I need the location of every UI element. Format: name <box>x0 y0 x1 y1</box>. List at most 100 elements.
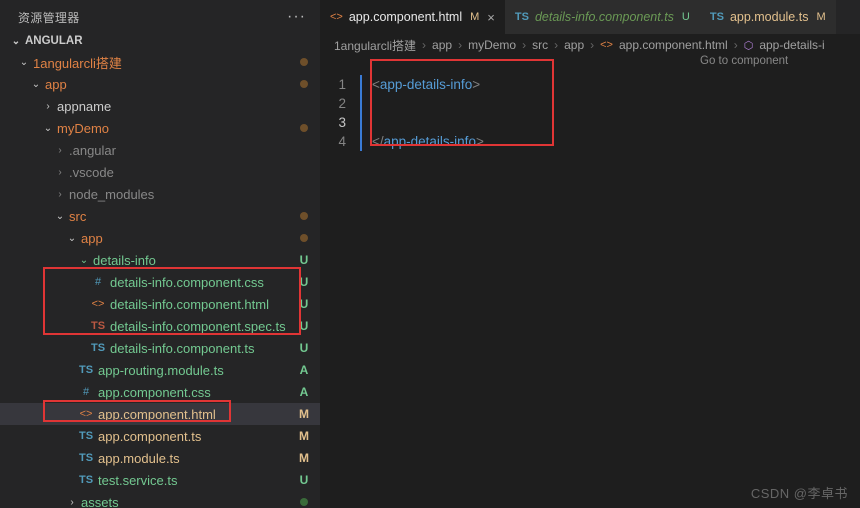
editor-area: <> app.component.html M × TS details-inf… <box>320 0 860 508</box>
git-status-dot <box>300 58 308 66</box>
tree-file-apphtml[interactable]: <> app.component.html M <box>0 403 320 425</box>
git-status-dot <box>300 124 308 132</box>
code-editor[interactable]: 1 2 3 4 <app-details-info> </app-details… <box>320 74 860 151</box>
git-status-letter: U <box>296 297 312 311</box>
tree-file-appmodule[interactable]: TS app.module.ts M <box>0 447 320 469</box>
git-status-letter: U <box>296 275 312 289</box>
crumb[interactable]: 1angularcli搭建 <box>334 37 416 54</box>
tree-folder-angular[interactable]: › .angular <box>0 139 320 161</box>
git-status-letter: M <box>296 451 312 465</box>
folder-label: .angular <box>69 143 312 158</box>
go-to-component-link[interactable]: Go to component <box>700 55 788 67</box>
ts-file-icon: TS <box>710 11 724 23</box>
chevron-right-icon: › <box>458 38 462 52</box>
tree-folder-assets[interactable]: › assets <box>0 491 320 508</box>
file-tree: ⌄ 1angularcli搭建 ⌄ app › appname ⌄ myDemo… <box>0 50 320 508</box>
code-lines[interactable]: <app-details-info> </app-details-info> <box>360 75 860 151</box>
file-label: details-info.component.css <box>110 275 296 290</box>
git-status-letter: U <box>296 473 312 487</box>
code-line[interactable] <box>372 113 860 132</box>
editor-tabs: <> app.component.html M × TS details-inf… <box>320 0 860 34</box>
more-actions-icon[interactable]: ··· <box>287 8 306 26</box>
tree-folder-vscode[interactable]: › .vscode <box>0 161 320 183</box>
chevron-right-icon: › <box>522 38 526 52</box>
tree-folder-detailsinfo[interactable]: ⌄ details-info U <box>0 249 320 271</box>
code-line[interactable]: <app-details-info> <box>372 75 860 94</box>
tab-appmodule[interactable]: TS app.module.ts M <box>700 0 836 34</box>
git-status-dot <box>300 234 308 242</box>
file-label: app.component.ts <box>98 429 296 444</box>
chevron-down-icon: ⌄ <box>18 57 30 68</box>
ts-file-icon: TS <box>90 320 106 332</box>
code-line[interactable]: </app-details-info> <box>372 132 860 151</box>
git-status-letter: M <box>470 11 479 23</box>
ts-file-icon: TS <box>78 452 94 464</box>
chevron-right-icon: › <box>42 101 54 112</box>
tree-file-dits[interactable]: TS details-info.component.ts U <box>0 337 320 359</box>
file-label: details-info.component.spec.ts <box>110 319 296 334</box>
crumb[interactable]: app.component.html <box>619 38 728 52</box>
file-label: details-info.component.ts <box>110 341 296 356</box>
tree-file-dihtml[interactable]: <> details-info.component.html U <box>0 293 320 315</box>
crumb[interactable]: myDemo <box>468 38 516 52</box>
close-icon[interactable]: × <box>487 10 495 25</box>
breadcrumb[interactable]: 1angularcli搭建› app› myDemo› src› app› <>… <box>320 34 860 56</box>
ts-file-icon: TS <box>78 430 94 442</box>
chevron-right-icon: › <box>590 38 594 52</box>
tree-folder-src[interactable]: ⌄ src <box>0 205 320 227</box>
explorer-title: 资源管理器 <box>18 9 287 26</box>
tab-detailsinfo[interactable]: TS details-info.component.ts U <box>505 0 700 34</box>
symbol-icon: ⬡ <box>744 39 754 52</box>
git-status-dot <box>300 212 308 220</box>
code-line[interactable] <box>372 94 860 113</box>
tree-file-dicss[interactable]: # details-info.component.css U <box>0 271 320 293</box>
tree-file-appts[interactable]: TS app.component.ts M <box>0 425 320 447</box>
html-file-icon: <> <box>600 39 613 51</box>
chevron-right-icon: › <box>734 38 738 52</box>
git-status-letter: U <box>296 319 312 333</box>
chevron-down-icon: ⌄ <box>66 233 78 244</box>
crumb[interactable]: app-details-i <box>759 38 824 52</box>
tree-folder-appname[interactable]: › appname <box>0 95 320 117</box>
line-number: 4 <box>320 132 346 151</box>
tree-file-appcss[interactable]: # app.component.css A <box>0 381 320 403</box>
tree-folder-app[interactable]: ⌄ app <box>0 73 320 95</box>
line-number: 3 <box>320 113 346 132</box>
explorer-section-header[interactable]: ⌄ ANGULAR <box>0 32 320 50</box>
line-numbers: 1 2 3 4 <box>320 75 360 151</box>
folder-label: .vscode <box>69 165 312 180</box>
tab-label: details-info.component.ts <box>535 10 674 24</box>
html-file-icon: <> <box>90 298 106 310</box>
tab-appcomponent[interactable]: <> app.component.html M × <box>320 0 505 34</box>
folder-label: src <box>69 209 300 224</box>
tree-folder-nodemodules[interactable]: › node_modules <box>0 183 320 205</box>
tree-file-testsvc[interactable]: TS test.service.ts U <box>0 469 320 491</box>
folder-label: assets <box>81 495 300 508</box>
git-status-letter: A <box>296 363 312 377</box>
html-file-icon: <> <box>78 408 94 420</box>
crumb[interactable]: src <box>532 38 548 52</box>
git-status-letter: M <box>816 11 825 23</box>
file-label: test.service.ts <box>98 473 296 488</box>
tree-file-routing[interactable]: TS app-routing.module.ts A <box>0 359 320 381</box>
chevron-right-icon: › <box>66 497 78 508</box>
folder-label: details-info <box>93 253 296 268</box>
tree-folder-root[interactable]: ⌄ 1angularcli搭建 <box>0 51 320 73</box>
folder-label: node_modules <box>69 187 312 202</box>
folder-label: app <box>81 231 300 246</box>
git-status-dot <box>300 498 308 506</box>
folder-label: myDemo <box>57 121 300 136</box>
tree-folder-srcapp[interactable]: ⌄ app <box>0 227 320 249</box>
tree-file-dispec[interactable]: TS details-info.component.spec.ts U <box>0 315 320 337</box>
crumb[interactable]: app <box>432 38 452 52</box>
css-file-icon: # <box>78 386 94 398</box>
folder-label: appname <box>57 99 312 114</box>
file-label: app.component.html <box>98 407 296 422</box>
tab-label: app.component.html <box>349 10 462 24</box>
html-file-icon: <> <box>330 11 343 23</box>
tree-folder-mydemo[interactable]: ⌄ myDemo <box>0 117 320 139</box>
git-status-letter: M <box>296 407 312 421</box>
file-label: app-routing.module.ts <box>98 363 296 378</box>
crumb[interactable]: app <box>564 38 584 52</box>
chevron-right-icon: › <box>54 167 66 178</box>
